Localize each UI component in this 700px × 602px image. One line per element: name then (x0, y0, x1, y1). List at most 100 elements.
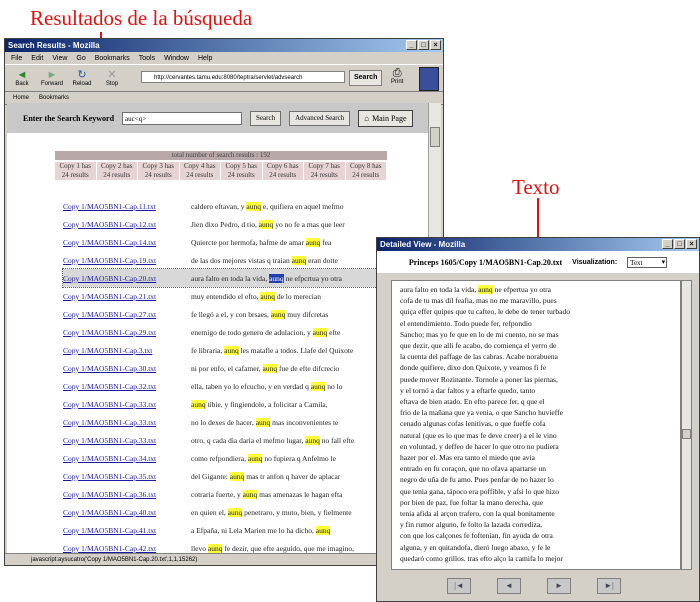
detail-titlebar: Detailed View - Mozilla _ □ × (377, 238, 699, 251)
detail-close-button[interactable]: × (686, 239, 697, 249)
url-bar[interactable]: http://cervantes.tamu.edu:8080/teptra/se… (141, 71, 345, 83)
result-link[interactable]: Copy 1/MAO5BN1-Cap.41.txt (63, 526, 191, 535)
keyword-highlight: aunq (269, 273, 284, 283)
prev-page-button[interactable]: ◄ (497, 578, 521, 594)
copy-line2: 24 results (269, 171, 297, 179)
copy-summary-cell[interactable]: Copy 1 has 24 results (55, 162, 97, 180)
detail-scrollbar[interactable] (681, 280, 692, 570)
forward-arrow-icon: ► (46, 69, 58, 81)
copy-summary-cell[interactable]: Copy 8 has 24 results (345, 162, 387, 180)
search-form: Enter the Search Keyword auc<q> Search A… (7, 103, 431, 133)
result-snippet: caldero eftavan, y aunq e, quifiera en a… (191, 201, 431, 211)
snippet-before: en quien el, (191, 507, 228, 517)
menu-edit[interactable]: Edit (31, 55, 43, 62)
copy-summary-cell[interactable]: Copy 6 has 24 results (262, 162, 304, 180)
result-link[interactable]: Copy 1/MAO5BN1-Cap.40.txt (63, 508, 191, 517)
result-link[interactable]: Copy 1/MAO5BN1-Cap.12.txt (63, 220, 191, 229)
snippet-before: ella, taben yo lo efcucho, y en verdad q (191, 381, 311, 391)
text-line: negro de uña de fu amo. Pues penfar de n… (400, 474, 676, 485)
detail-text-area[interactable]: aura falto en toda la vida, aunq ne efpe… (391, 280, 681, 570)
keyword-highlight: aunq (229, 471, 245, 481)
result-link[interactable]: Copy 1/MAO5BN1-Cap.32.txt (63, 382, 191, 391)
result-link[interactable]: Copy 1/MAO5BN1-Cap.33.txt (63, 400, 191, 409)
result-link[interactable]: Copy 1/MAO5BN1-Cap.20.txt (63, 274, 191, 283)
forward-label: Forward (41, 81, 64, 87)
line-before: aura falto en toda la vida, (400, 285, 479, 294)
forward-button[interactable]: ► Forward (41, 69, 63, 87)
result-link[interactable]: Copy 1/MAO5BN1-Cap.29.txt (63, 328, 191, 337)
menu-bookmarks[interactable]: Bookmarks (95, 55, 130, 62)
copy-summary-cell[interactable]: Copy 7 has 24 results (304, 162, 346, 180)
line-after: ne efpertua yo otra (492, 285, 551, 294)
text-line: aura falto en toda la vida, aunq ne efpe… (400, 284, 676, 295)
menu-tools[interactable]: Tools (139, 55, 155, 62)
next-page-button[interactable]: ► (547, 578, 571, 594)
copy-summary-cell[interactable]: Copy 2 has 24 results (96, 162, 138, 180)
text-line: donde quifiere, dixo don Quixote, y veam… (400, 362, 676, 373)
search-button[interactable]: Search (250, 110, 282, 126)
main-page-button[interactable]: ⌂ Main Page (358, 109, 413, 127)
result-link[interactable]: Copy 1/MAO5BN1-Cap.21.txt (63, 292, 191, 301)
bookmarks-bookmark[interactable]: Bookmarks (39, 95, 69, 101)
copy-summary-cell[interactable]: Copy 5 has 24 results (221, 162, 263, 180)
total-results-bar: total number of search results : 192 (55, 151, 387, 160)
snippet-before: Jien dixo Pedro, d tio, (191, 219, 259, 229)
copy-line2: 24 results (186, 171, 214, 179)
first-page-button[interactable]: |◄ (447, 578, 471, 594)
result-link[interactable]: Copy 1/MAO5BN1-Cap.33.txt (63, 436, 191, 445)
line-before: eftava de bien atado. En efto parece fer… (400, 397, 545, 407)
detail-window-title: Detailed View - Mozilla (380, 240, 466, 249)
result-link[interactable]: Copy 1/MAO5BN1-Cap.14.txt (63, 238, 191, 247)
copy-line1: Copy 5 has (225, 162, 258, 170)
back-button[interactable]: ◄ Back (11, 69, 33, 87)
line-before: en voluntad, y deffeo de hacer lo que ot… (400, 441, 559, 451)
close-button[interactable]: × (430, 40, 441, 50)
result-link[interactable]: Copy 1/MAO5BN1-Cap.42.txt (63, 544, 191, 553)
result-link[interactable]: Copy 1/MAO5BN1-Cap.3.txt (63, 346, 191, 355)
browser-search-button[interactable]: Search (349, 70, 383, 86)
result-link[interactable]: Copy 1/MAO5BN1-Cap.30.txt (63, 364, 191, 373)
result-row[interactable]: Copy 1/MAO5BN1-Cap.11.txt caldero eftavan… (63, 197, 431, 215)
snippet-after: eran dotte (306, 255, 338, 265)
home-bookmark[interactable]: Home (13, 95, 29, 101)
print-button[interactable]: ⎙ Print (391, 67, 403, 85)
copy-summary-cell[interactable]: Copy 3 has 24 results (138, 162, 180, 180)
detail-minimize-button[interactable]: _ (662, 239, 673, 249)
result-link[interactable]: Copy 1/MAO5BN1-Cap.19.txt (63, 256, 191, 265)
maximize-button[interactable]: □ (418, 40, 429, 50)
detail-scroll-thumb[interactable] (682, 429, 691, 439)
result-link[interactable]: Copy 1/MAO5BN1-Cap.33.txt (63, 418, 191, 427)
menu-window[interactable]: Window (164, 55, 189, 62)
copy-summary-cell[interactable]: Copy 4 has 24 results (179, 162, 221, 180)
result-link[interactable]: Copy 1/MAO5BN1-Cap.27.txt (63, 310, 191, 319)
snippet-after: efte (327, 327, 341, 337)
snippet-before: del Gigante: (191, 471, 230, 481)
search-keyword-input[interactable]: auc<q> (122, 111, 243, 125)
detail-maximize-button[interactable]: □ (674, 239, 685, 249)
keyword-highlight: aunq (478, 285, 493, 294)
menu-help[interactable]: Help (198, 55, 212, 62)
result-link[interactable]: Copy 1/MAO5BN1-Cap.34.txt (63, 454, 191, 463)
menu-file[interactable]: File (11, 55, 22, 62)
result-link[interactable]: Copy 1/MAO5BN1-Cap.11.txt (63, 202, 191, 211)
text-line: que dezir, que alli fe acabo, do comienç… (400, 340, 676, 351)
text-line: que tenia gana, tápoco era poffible, y a… (400, 486, 676, 497)
line-before: la cuenta del paffage de las cabras. Aca… (400, 352, 558, 362)
snippet-after: les matafle a todos. Llafe del Quixote (238, 345, 354, 355)
stop-button[interactable]: ✕ Stop (101, 69, 123, 87)
result-link[interactable]: Copy 1/MAO5BN1-Cap.35.txt (63, 472, 191, 481)
reload-button[interactable]: ↻ Reload (71, 69, 93, 87)
snippet-before: enemigo de todo genero de adulacion, y (191, 327, 313, 337)
last-page-button[interactable]: ►| (597, 578, 621, 594)
minimize-button[interactable]: _ (406, 40, 417, 50)
main-scroll-thumb[interactable] (430, 127, 440, 147)
advanced-search-button[interactable]: Advanced Search (289, 110, 351, 126)
result-link[interactable]: Copy 1/MAO5BN1-Cap.36.txt (63, 490, 191, 499)
page-navigation: |◄ ◄ ► ►| (447, 578, 621, 594)
snippet-before: no lo dexes de hacer, (191, 417, 256, 427)
keyword-highlight: aunq (305, 237, 321, 247)
result-row[interactable]: Copy 1/MAO5BN1-Cap.12.txt Jien dixo Pedro… (63, 215, 431, 233)
menu-go[interactable]: Go (76, 55, 85, 62)
menu-view[interactable]: View (52, 55, 67, 62)
visualization-select[interactable]: Text (627, 256, 668, 268)
